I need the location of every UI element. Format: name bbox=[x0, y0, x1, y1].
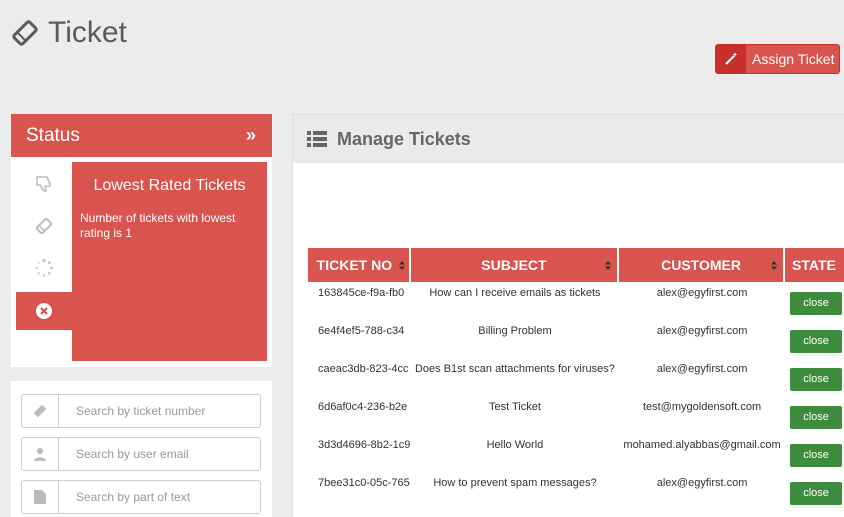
manage-tickets-title: Manage Tickets bbox=[337, 128, 471, 149]
column-label: STATE bbox=[792, 257, 836, 273]
subject-cell: Hello World bbox=[486, 439, 544, 451]
customer-cell: alex@egyfirst.com bbox=[656, 325, 748, 337]
customer-cell: test@mygoldensoft.com bbox=[642, 401, 762, 413]
tab-lowest-rated[interactable] bbox=[16, 292, 72, 330]
file-icon bbox=[22, 481, 59, 513]
state-cell: close bbox=[785, 472, 844, 510]
text-search-group bbox=[21, 480, 261, 514]
table-row[interactable]: 6e4f4ef5-788-c34 Billing Problem alex@eg… bbox=[308, 320, 844, 358]
subject-cell: Billing Problem bbox=[478, 325, 552, 337]
close-state-button[interactable]: close bbox=[790, 444, 843, 467]
tab-ticket[interactable] bbox=[16, 207, 72, 245]
status-title: Status bbox=[26, 124, 80, 146]
state-cell: close bbox=[785, 396, 844, 434]
page-header: Ticket bbox=[10, 16, 127, 50]
subject-cell: Test Ticket bbox=[488, 401, 541, 413]
ticket-search-group bbox=[21, 394, 261, 428]
table-row[interactable]: 163845ce-f9a-fb0 How can I receive email… bbox=[308, 282, 844, 320]
page-title: Ticket bbox=[48, 16, 127, 49]
ticket-icon bbox=[12, 20, 38, 46]
user-email-search-input[interactable] bbox=[59, 438, 260, 470]
close-state-button[interactable]: close bbox=[790, 292, 843, 315]
list-icon bbox=[307, 131, 327, 147]
ticket-icon bbox=[22, 395, 59, 427]
double-chevron-right-icon[interactable]: » bbox=[246, 125, 256, 146]
sort-icon bbox=[605, 261, 612, 270]
ticket-no-cell: 3d3d4696-8b2-1c9 bbox=[318, 439, 411, 451]
column-header-subject[interactable]: SUBJECT bbox=[410, 248, 620, 282]
spinner-icon bbox=[35, 258, 53, 277]
table-header-row: TICKET NO SUBJECT CUSTOMER STATE bbox=[308, 248, 844, 282]
assign-ticket-button[interactable]: Assign Ticket bbox=[715, 44, 840, 74]
ticket-no-cell: 7bee31c0-05c-765 bbox=[318, 477, 410, 489]
customer-cell: alex@egyfirst.com bbox=[656, 363, 748, 375]
tickets-table: TICKET NO SUBJECT CUSTOMER STATE 163845c… bbox=[308, 248, 844, 510]
user-icon bbox=[22, 438, 59, 470]
column-header-customer[interactable]: CUSTOMER bbox=[619, 248, 786, 282]
table-row[interactable]: caeac3db-823-4cc Does B1st scan attachme… bbox=[308, 358, 844, 396]
column-header-state[interactable]: STATE bbox=[785, 248, 844, 282]
customer-cell: mohamed.alyabbas@gmail.com bbox=[623, 439, 781, 451]
state-cell: close bbox=[785, 358, 844, 396]
close-state-button[interactable]: close bbox=[790, 330, 843, 353]
column-header-ticket-no[interactable]: TICKET NO bbox=[308, 248, 411, 282]
close-circle-icon bbox=[36, 303, 52, 319]
ticket-no-cell: caeac3db-823-4cc bbox=[318, 363, 409, 375]
thumbs-down-icon bbox=[36, 176, 51, 192]
close-state-button[interactable]: close bbox=[790, 482, 843, 505]
state-cell: close bbox=[785, 434, 844, 472]
status-content-text: Number of tickets with lowest rating is … bbox=[80, 211, 236, 240]
sort-icon bbox=[398, 261, 405, 270]
manage-tickets-header: Manage Tickets bbox=[293, 115, 844, 163]
customer-cell: alex@egyfirst.com bbox=[656, 287, 748, 299]
ticket-number-search-input[interactable] bbox=[59, 395, 260, 427]
ticket-no-cell: 6e4f4ef5-788-c34 bbox=[318, 325, 405, 337]
manage-tickets-panel: Manage Tickets TICKET NO SUBJECT CUSTOME… bbox=[292, 114, 844, 517]
status-content-title: Lowest Rated Tickets bbox=[93, 177, 246, 194]
magic-wand-icon bbox=[716, 45, 746, 73]
status-tab-content: Lowest Rated Tickets Number of tickets w… bbox=[72, 162, 267, 361]
tab-thumbs-down[interactable] bbox=[16, 165, 72, 203]
ticket-no-cell: 163845ce-f9a-fb0 bbox=[318, 287, 405, 299]
sort-icon bbox=[771, 261, 778, 270]
ticket-icon bbox=[35, 217, 53, 235]
subject-cell: How can I receive emails as tickets bbox=[429, 287, 601, 299]
email-search-group bbox=[21, 437, 261, 471]
column-label: SUBJECT bbox=[481, 257, 547, 273]
status-header: Status » bbox=[11, 114, 272, 157]
state-cell: close bbox=[785, 282, 844, 320]
tab-spinner[interactable] bbox=[16, 249, 72, 287]
search-panel bbox=[11, 381, 272, 517]
state-cell: close bbox=[785, 320, 844, 358]
status-panel: Status » Lowest Rated Tickets Number of … bbox=[11, 114, 272, 367]
customer-cell: alex@egyfirst.com bbox=[656, 477, 748, 489]
ticket-no-cell: 6d6af0c4-236-b2e bbox=[318, 401, 408, 413]
text-search-input[interactable] bbox=[59, 481, 260, 513]
table-row[interactable]: 7bee31c0-05c-765 How to prevent spam mes… bbox=[308, 472, 844, 510]
subject-cell: How to prevent spam messages? bbox=[433, 477, 597, 489]
table-row[interactable]: 6d6af0c4-236-b2e Test Ticket test@mygold… bbox=[308, 396, 844, 434]
table-row[interactable]: 3d3d4696-8b2-1c9 Hello World mohamed.aly… bbox=[308, 434, 844, 472]
column-label: CUSTOMER bbox=[661, 257, 741, 273]
status-body: Lowest Rated Tickets Number of tickets w… bbox=[11, 157, 272, 367]
subject-cell: Does B1st scan attachments for viruses? bbox=[414, 363, 615, 375]
assign-ticket-label: Assign Ticket bbox=[752, 51, 835, 67]
close-state-button[interactable]: close bbox=[790, 368, 843, 391]
column-label: TICKET NO bbox=[316, 257, 393, 273]
close-state-button[interactable]: close bbox=[790, 406, 843, 429]
